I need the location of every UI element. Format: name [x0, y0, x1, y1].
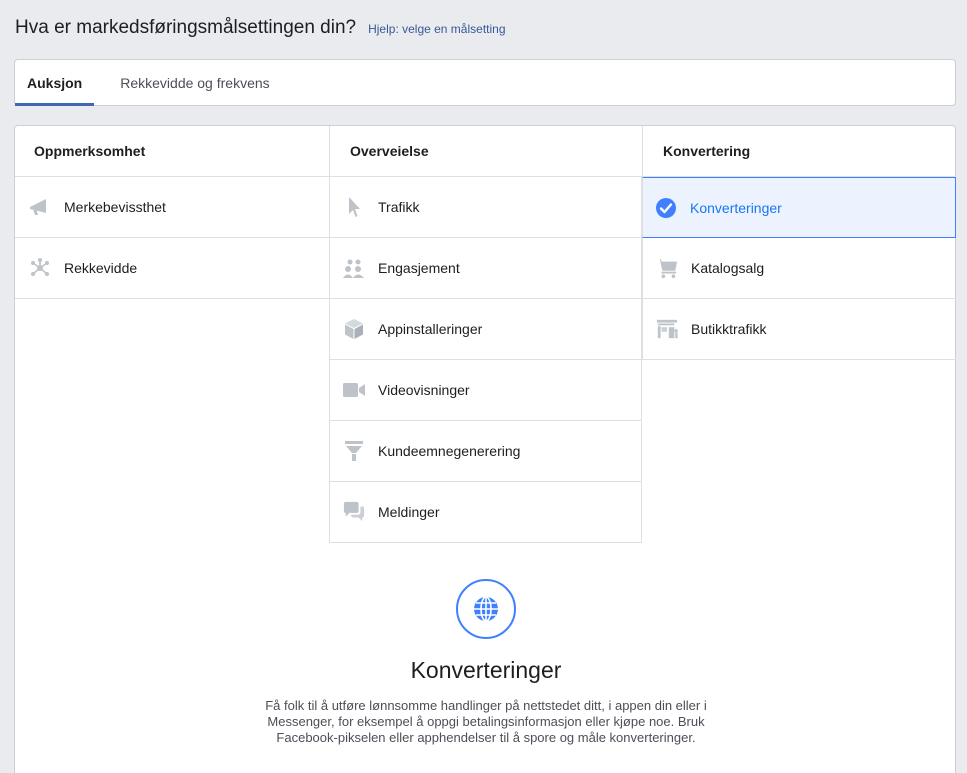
- objective-label: Katalogsalg: [691, 260, 765, 276]
- checkmark-circle-icon: [655, 197, 677, 219]
- buying-type-tabs: Auksjon Rekkevidde og frekvens: [14, 59, 956, 106]
- objective-label: Engasjement: [378, 260, 460, 276]
- objective-label: Butikktrafikk: [691, 321, 767, 337]
- objective-video-views[interactable]: Videovisninger: [329, 360, 642, 421]
- page-title: Hva er markedsføringsmålsettingen din?: [15, 17, 357, 38]
- objective-panel: Oppmerksomhet Merkebevissthet Rekkevidde…: [14, 125, 956, 773]
- objective-store-traffic[interactable]: Butikktrafikk: [642, 299, 956, 360]
- people-icon: [343, 257, 365, 279]
- objective-reach[interactable]: Rekkevidde: [15, 238, 329, 299]
- megaphone-icon: [29, 196, 51, 218]
- shopping-cart-icon: [656, 257, 678, 279]
- network-icon: [29, 257, 51, 279]
- box-icon: [343, 318, 365, 340]
- column-awareness: Oppmerksomhet Merkebevissthet Rekkevidde: [15, 126, 329, 299]
- objective-traffic[interactable]: Trafikk: [329, 177, 642, 238]
- help-link[interactable]: Hjelp: velge en målsetting: [368, 22, 505, 36]
- objective-conversions[interactable]: Konverteringer: [642, 177, 956, 238]
- objective-label: Trafikk: [378, 199, 420, 215]
- objective-messages[interactable]: Meldinger: [329, 482, 642, 543]
- detail-title: Konverteringer: [410, 657, 562, 683]
- chat-bubbles-icon: [343, 501, 365, 523]
- objective-engagement[interactable]: Engasjement: [329, 238, 642, 299]
- objective-label: Rekkevidde: [64, 260, 138, 276]
- objective-label: Appinstalleringer: [378, 321, 483, 337]
- objective-label: Videovisninger: [378, 382, 470, 398]
- globe-icon: [456, 579, 516, 639]
- tab-reach-frequency[interactable]: Rekkevidde og frekvens: [94, 60, 295, 105]
- column-conversion: Konvertering Konverteringer Katalogsalg …: [642, 126, 956, 360]
- objective-lead-generation[interactable]: Kundeemnegenerering: [329, 421, 642, 482]
- objective-detail: Konverteringer Få folk til å utføre lønn…: [15, 579, 957, 746]
- column-header-conversion: Konvertering: [642, 126, 956, 177]
- objective-brand-awareness[interactable]: Merkebevissthet: [15, 177, 329, 238]
- page-header: Hva er markedsføringsmålsettingen din? H…: [15, 17, 506, 39]
- objective-app-installs[interactable]: Appinstalleringer: [329, 299, 642, 360]
- objective-label: Merkebevissthet: [64, 199, 166, 215]
- objective-catalog-sales[interactable]: Katalogsalg: [642, 238, 956, 299]
- video-camera-icon: [343, 379, 365, 401]
- funnel-icon: [343, 440, 365, 462]
- objective-label: Konverteringer: [690, 199, 782, 216]
- tab-auction[interactable]: Auksjon: [15, 60, 95, 106]
- column-consideration: Overveielse Trafikk Engasjement Appinsta…: [329, 126, 642, 543]
- objective-label: Meldinger: [378, 504, 440, 520]
- cursor-icon: [343, 196, 365, 218]
- store-icon: [656, 318, 678, 340]
- detail-description: Få folk til å utføre lønnsomme handlinge…: [265, 698, 707, 745]
- column-header-consideration: Overveielse: [329, 126, 642, 177]
- column-header-awareness: Oppmerksomhet: [15, 126, 329, 177]
- objective-label: Kundeemnegenerering: [378, 443, 521, 459]
